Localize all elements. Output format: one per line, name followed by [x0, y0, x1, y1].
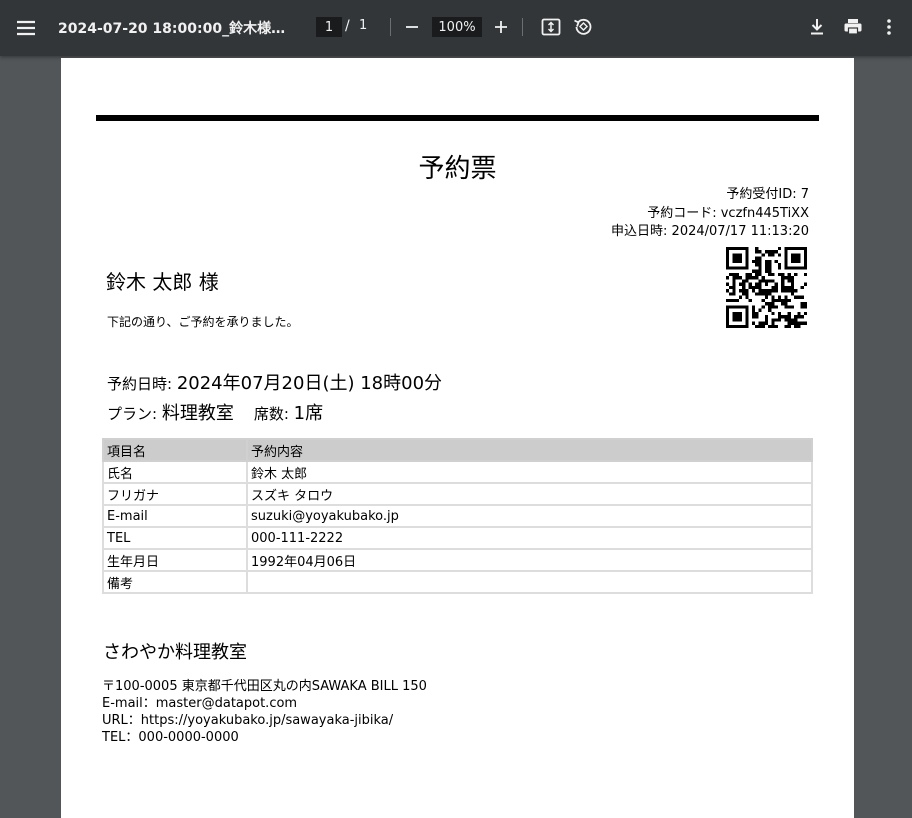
- menu-icon[interactable]: [14, 16, 38, 40]
- page-title: 予約票: [418, 154, 497, 184]
- document-title: 2024-07-20 18:00:00_鈴木様の予...: [58, 21, 298, 37]
- field-name: 氏名: [102, 460, 248, 484]
- seats-value: 1席: [293, 403, 324, 424]
- table-row: E-mail suzuki@yoyakubako.jp: [102, 504, 813, 528]
- reservation-code: 予約コード: vczfn445TiXX: [647, 205, 809, 221]
- shop-email: E-mail：master@datapot.com: [102, 696, 298, 711]
- table-header-row: 項目名 予約内容: [102, 438, 813, 462]
- more-options-icon[interactable]: [878, 16, 900, 38]
- field-value: スズキ タロウ: [246, 482, 813, 506]
- shop-url: URL：https://yoyakubako.jp/sawayaka-jibik…: [102, 713, 394, 728]
- reception-id: 予約受付ID: 7: [726, 187, 809, 202]
- zoom-out-icon[interactable]: [402, 17, 422, 37]
- shop-details: 〒100-0005 東京都千代田区丸の内SAWAKA BILL 150 E-ma…: [102, 678, 427, 746]
- field-name: TEL: [102, 526, 248, 550]
- print-icon[interactable]: [842, 16, 864, 38]
- table-row: 氏名 鈴木 太郎: [102, 460, 813, 484]
- field-name: E-mail: [102, 504, 248, 528]
- reservation-meta: 予約受付ID: 7 予約コード: vczfn445TiXX 申込日時: 2024…: [611, 186, 809, 242]
- datetime-label: 予約日時:: [107, 375, 177, 393]
- table-row: 備考: [102, 570, 813, 594]
- pdf-page: 予約票 予約受付ID: 7 予約コード: vczfn445TiXX 申込日時: …: [61, 58, 854, 818]
- page-number-input[interactable]: [316, 17, 342, 37]
- confirmation-message: 下記の通り、ご予約を承りました。: [107, 315, 299, 329]
- reservation-table: 項目名 予約内容 氏名 鈴木 太郎 フリガナ スズキ タロウ E-mail su…: [102, 438, 813, 594]
- fit-page-icon[interactable]: [540, 16, 562, 38]
- column-header: 予約内容: [246, 438, 813, 462]
- shop-tel: TEL：000-0000-0000: [102, 730, 239, 745]
- plan-line: プラン: 料理教室 席数: 1席: [107, 399, 323, 425]
- toolbar-divider: [390, 18, 391, 36]
- pdf-toolbar: 2024-07-20 18:00:00_鈴木様の予... / 1: [0, 0, 912, 56]
- field-name: 生年月日: [102, 548, 248, 572]
- plan-value: 料理教室: [161, 403, 234, 424]
- zoom-level-input[interactable]: [432, 17, 482, 37]
- seats-label: 席数:: [253, 405, 294, 423]
- reservation-datetime: 予約日時: 2024年07月20日(土) 18時00分: [107, 369, 442, 395]
- field-value: suzuki@yoyakubako.jp: [246, 504, 813, 528]
- datetime-value: 2024年07月20日(土) 18時00分: [176, 373, 443, 394]
- shop-address: 〒100-0005 東京都千代田区丸の内SAWAKA BILL 150: [102, 679, 427, 694]
- download-icon[interactable]: [806, 16, 828, 38]
- table-row: 生年月日 1992年04月06日: [102, 548, 813, 572]
- page-separator: /: [345, 18, 350, 34]
- customer-name: 鈴木 太郎 様: [106, 270, 219, 294]
- field-value: 000-111-2222: [246, 526, 813, 550]
- plan-label: プラン:: [107, 405, 162, 423]
- field-name: フリガナ: [102, 482, 248, 506]
- table-row: TEL 000-111-2222: [102, 526, 813, 550]
- header-rule: [96, 115, 819, 121]
- table-row: フリガナ スズキ タロウ: [102, 482, 813, 506]
- qr-code: [726, 247, 807, 328]
- rotate-icon[interactable]: [572, 16, 594, 38]
- field-name: 備考: [102, 570, 248, 594]
- page-total: 1: [359, 18, 368, 33]
- field-value: 鈴木 太郎: [246, 460, 813, 484]
- applied-at: 申込日時: 2024/07/17 11:13:20: [611, 224, 809, 239]
- field-value: [246, 570, 813, 594]
- zoom-in-icon[interactable]: [491, 17, 511, 37]
- column-header: 項目名: [102, 438, 248, 462]
- field-value: 1992年04月06日: [246, 548, 813, 572]
- toolbar-divider: [522, 18, 523, 36]
- shop-name: さわやか料理教室: [103, 642, 247, 663]
